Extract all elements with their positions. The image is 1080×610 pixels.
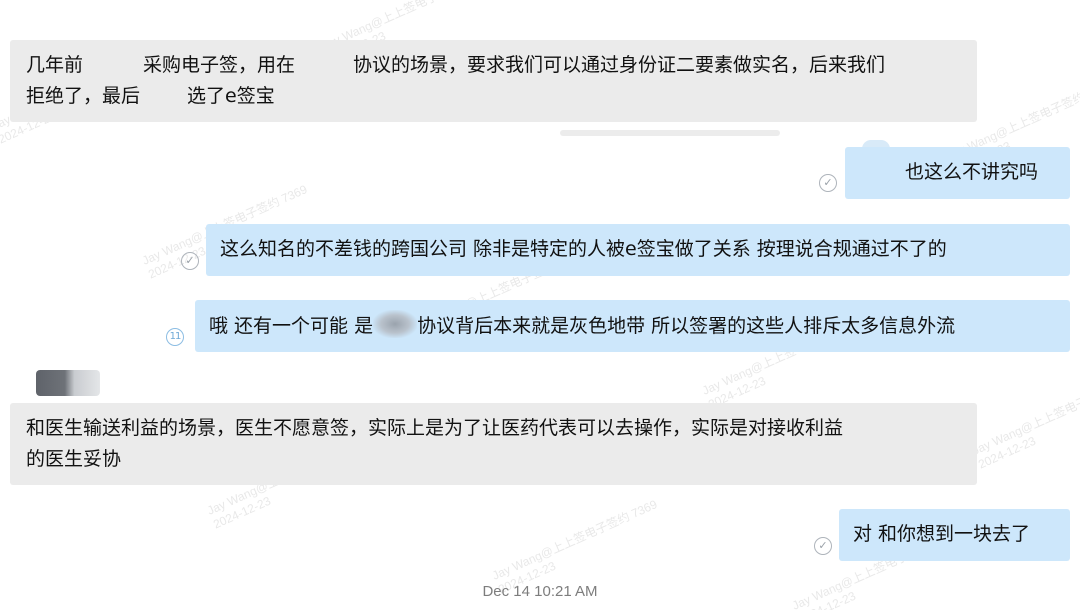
message-text: 哦 还有一个可能 是 xyxy=(209,315,374,337)
check-circle-icon: ✓ xyxy=(814,537,832,555)
message-line: 拒绝了，最后 选了e签宝 xyxy=(26,81,961,112)
message-bubble-outgoing[interactable]: 这么知名的不差钱的跨国公司 除非是特定的人被e签宝做了关系 按理说合规通过不了的 xyxy=(206,224,1070,276)
message-text: 采购电子签，用在 xyxy=(143,54,296,76)
message-text: 也这么不讲究吗 xyxy=(905,161,1039,183)
watermark: Jay Wang@上上签电子签约 73692024-12-23 xyxy=(970,372,1080,472)
message-bubble-outgoing[interactable]: 对 和你想到一块去了 xyxy=(839,509,1070,561)
message-line: 的医生妥协 xyxy=(26,448,122,470)
message-text: 协议背后本来就是灰色地带 所以签署的这些人排斥太多信息外流 xyxy=(417,315,956,337)
avatar[interactable] xyxy=(36,370,100,396)
message-line: 几年前 采购电子签，用在 协议的场景，要求我们可以通过身份证二要素做实名，后来我们 xyxy=(26,50,961,81)
message-bubble-outgoing[interactable]: 哦 还有一个可能 是 协议背后本来就是灰色地带 所以签署的这些人排斥太多信息外流 xyxy=(195,300,1070,352)
message-text: 选了e签宝 xyxy=(187,85,275,107)
check-circle-icon: ✓ xyxy=(181,252,199,270)
message-text: 拒绝了，最后 xyxy=(26,85,141,107)
message-bubble-outgoing[interactable]: 也这么不讲究吗 xyxy=(845,147,1070,199)
redacted-text xyxy=(295,52,354,74)
redacted-text xyxy=(83,52,144,74)
message-bubble-incoming[interactable]: 几年前 采购电子签，用在 协议的场景，要求我们可以通过身份证二要素做实名，后来我们 … xyxy=(10,40,977,122)
message-timestamp: Dec 14 10:21 AM xyxy=(482,583,598,600)
number-circle-icon: 11 xyxy=(166,328,184,346)
message-line: 和医生输送利益的场景，医生不愿意签，实际上是为了让医药代表可以去操作，实际是对接… xyxy=(26,417,844,439)
redacted-sender-name xyxy=(560,130,780,136)
message-text: 几年前 xyxy=(26,54,84,76)
redacted-text xyxy=(140,83,188,105)
check-circle-icon: ✓ xyxy=(819,174,837,192)
message-text: 协议的场景，要求我们可以通过身份证二要素做实名，后来我们 xyxy=(353,54,886,76)
message-text: 这么知名的不差钱的跨国公司 除非是特定的人被e签宝做了关系 按理说合规通过不了的 xyxy=(220,238,947,260)
redacted-text xyxy=(373,310,418,338)
message-bubble-incoming[interactable]: 和医生输送利益的场景，医生不愿意签，实际上是为了让医药代表可以去操作，实际是对接… xyxy=(10,403,977,485)
message-text: 对 和你想到一块去了 xyxy=(853,523,1031,545)
